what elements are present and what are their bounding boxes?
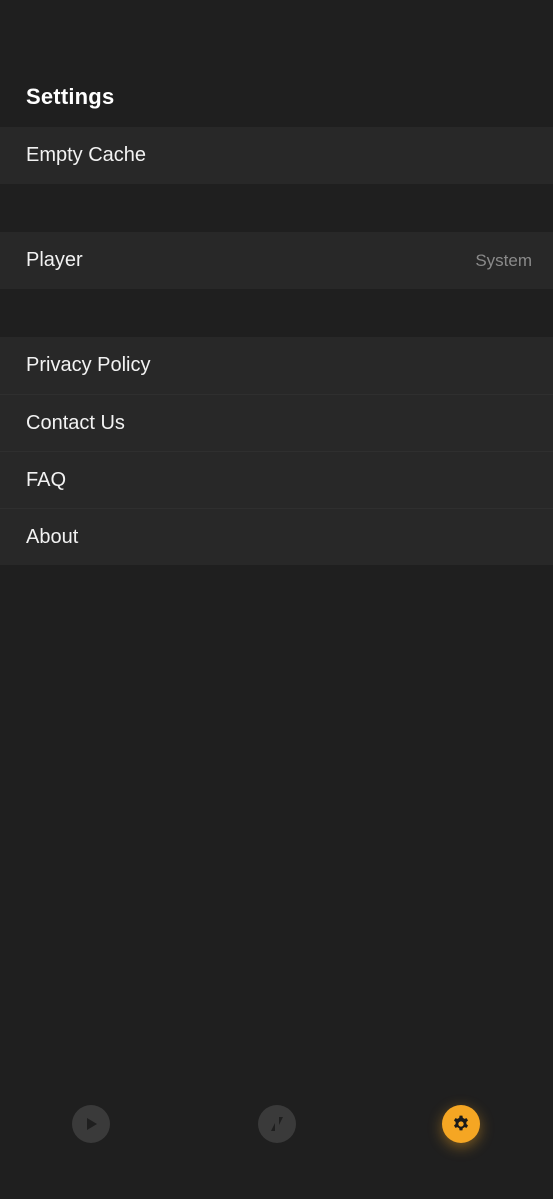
page-title: Settings: [26, 84, 115, 109]
transfer-icon: [271, 1117, 283, 1131]
settings-group-info: Privacy Policy Contact Us FAQ About: [0, 337, 553, 565]
settings-group-player: Player System: [0, 232, 553, 289]
player-value: System: [475, 250, 532, 270]
about-row[interactable]: About: [0, 508, 553, 565]
play-icon: [87, 1118, 97, 1130]
empty-cache-label: Empty Cache: [26, 144, 147, 166]
faq-row[interactable]: FAQ: [0, 451, 553, 508]
tab-settings[interactable]: [442, 1105, 480, 1143]
faq-label: FAQ: [26, 468, 67, 491]
contact-us-label: Contact Us: [26, 411, 125, 434]
about-label: About: [26, 525, 79, 548]
tab-transfer[interactable]: [258, 1105, 296, 1143]
settings-group-cache: Empty Cache: [0, 127, 553, 184]
player-label: Player: [26, 249, 83, 271]
gear-icon: [454, 1115, 468, 1131]
contact-us-row[interactable]: Contact Us: [0, 394, 553, 451]
tab-player[interactable]: [72, 1105, 110, 1143]
tab-bar: [0, 1094, 553, 1154]
privacy-policy-label: Privacy Policy: [26, 354, 151, 376]
player-row[interactable]: Player System: [0, 232, 553, 289]
empty-cache-row[interactable]: Empty Cache: [0, 127, 553, 184]
privacy-policy-row[interactable]: Privacy Policy: [0, 337, 553, 394]
